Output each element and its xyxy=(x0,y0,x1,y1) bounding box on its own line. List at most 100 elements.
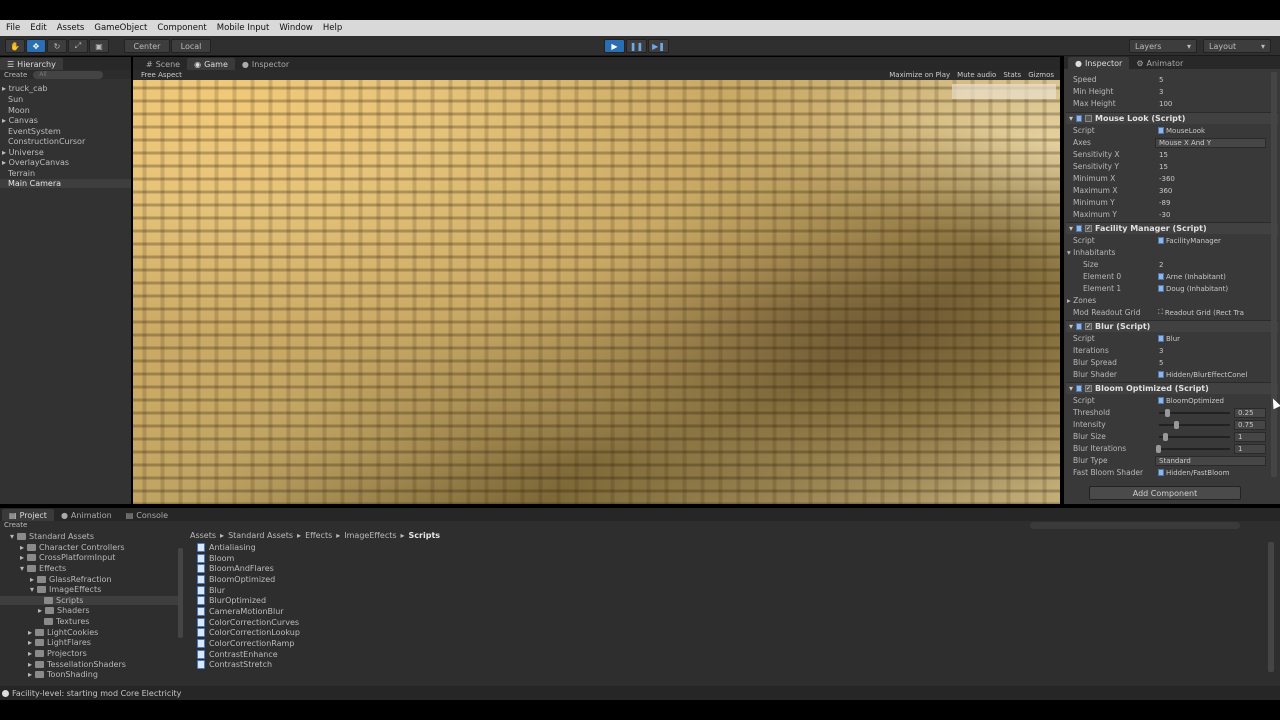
pause-button[interactable]: ❚❚ xyxy=(626,39,647,53)
layout-dropdown[interactable]: Layout ▾ xyxy=(1203,39,1271,53)
hierarchy-item[interactable]: ▸ Universe xyxy=(2,148,44,157)
hierarchy-item[interactable]: Moon xyxy=(8,106,30,115)
menu-file[interactable]: File xyxy=(2,23,24,33)
number-field[interactable]: 15 xyxy=(1155,163,1266,171)
file-item[interactable]: ColorCorrectionCurves xyxy=(197,618,299,627)
file-item[interactable]: CameraMotionBlur xyxy=(197,607,284,616)
iterations-field[interactable]: 3 xyxy=(1155,347,1266,355)
blur-type-dropdown[interactable]: Standard xyxy=(1155,455,1266,466)
search-input[interactable]: All xyxy=(33,70,104,79)
rotate-tool-icon[interactable]: ↻ xyxy=(47,39,67,53)
file-item[interactable]: ContrastEnhance xyxy=(197,650,278,659)
intensity-slider[interactable]: 0.75 xyxy=(1155,419,1266,430)
enable-checkbox[interactable] xyxy=(1085,115,1093,122)
create-dropdown[interactable]: Create xyxy=(4,71,27,79)
number-field[interactable]: 15 xyxy=(1155,151,1266,159)
breadcrumb-item[interactable]: ImageEffects xyxy=(344,531,396,540)
hierarchy-item[interactable]: Sun xyxy=(8,95,23,104)
file-item[interactable]: Blur xyxy=(197,586,225,595)
blur-header[interactable]: ▾ ✓ Blur (Script) xyxy=(1066,320,1278,332)
slider-knob[interactable] xyxy=(1165,408,1170,417)
hierarchy-item[interactable]: ConstructionCursor xyxy=(8,137,85,146)
mouse-look-header[interactable]: ▾ Mouse Look (Script) xyxy=(1066,112,1278,124)
tree-item[interactable]: ▾ Standard Assets xyxy=(10,532,94,541)
speed-field[interactable]: 5 xyxy=(1155,76,1266,84)
tab-inspector-2[interactable]: ● Inspector xyxy=(235,58,296,70)
element-0-field[interactable]: Arne (Inhabitant) xyxy=(1155,273,1266,281)
number-field[interactable]: -30 xyxy=(1155,211,1266,219)
facility-manager-header[interactable]: ▾ ✓ Facility Manager (Script) xyxy=(1066,222,1278,234)
tree-item[interactable]: ▾ ImageEffects xyxy=(30,585,101,594)
bloom-header[interactable]: ▾ ✓ Bloom Optimized (Script) xyxy=(1066,382,1278,394)
hierarchy-item-selected[interactable]: Main Camera xyxy=(0,179,131,188)
hierarchy-item[interactable]: EventSystem xyxy=(8,127,61,136)
inhabitants-foldout[interactable]: ▾ Inhabitants xyxy=(1067,247,1266,258)
layers-dropdown[interactable]: Layers ▾ xyxy=(1129,39,1197,53)
tab-animation[interactable]: ● Animation xyxy=(54,509,119,521)
game-view[interactable] xyxy=(133,80,1060,504)
menu-mobile-input[interactable]: Mobile Input xyxy=(213,23,274,33)
file-item[interactable]: ColorCorrectionRamp xyxy=(197,639,294,648)
grid-field[interactable]: ⛶ Readout Grid (Rect Tra xyxy=(1155,308,1266,317)
slider-knob[interactable] xyxy=(1156,444,1161,453)
tab-console[interactable]: ▤ Console xyxy=(119,509,175,521)
step-button[interactable]: ▶❚ xyxy=(648,39,669,53)
inspector-scrollbar[interactable] xyxy=(1271,72,1277,477)
tree-scrollbar[interactable] xyxy=(178,548,183,638)
max-height-field[interactable]: 100 xyxy=(1155,100,1266,108)
tree-item[interactable]: ▸ Projectors xyxy=(28,649,87,658)
min-height-field[interactable]: 3 xyxy=(1155,88,1266,96)
tab-scene[interactable]: # Scene xyxy=(139,58,187,70)
file-item[interactable]: BloomOptimized xyxy=(197,575,275,584)
slider-knob[interactable] xyxy=(1174,420,1179,429)
size-field[interactable]: 2 xyxy=(1155,261,1266,269)
tab-project[interactable]: ▤ Project xyxy=(2,509,54,521)
play-button[interactable]: ▶ xyxy=(604,39,625,53)
rect-tool-icon[interactable]: ▣ xyxy=(89,39,109,53)
number-field[interactable]: -360 xyxy=(1155,175,1266,183)
menu-component[interactable]: Component xyxy=(153,23,210,33)
tree-item[interactable]: ▸ Character Controllers xyxy=(20,543,125,552)
blur-iterations-slider[interactable]: 1 xyxy=(1155,443,1266,454)
tab-hierarchy[interactable]: ☰ Hierarchy xyxy=(0,58,63,70)
threshold-slider[interactable]: 0.25 xyxy=(1155,407,1266,418)
hand-tool-icon[interactable]: ✋ xyxy=(5,39,25,53)
pivot-center-button[interactable]: Center xyxy=(124,39,170,53)
file-item[interactable]: BlurOptimized xyxy=(197,596,266,605)
tree-item[interactable]: ▸ ToonShading xyxy=(28,670,98,679)
tree-item-selected[interactable]: Scripts xyxy=(0,596,178,605)
file-item[interactable]: ContrastStretch xyxy=(197,660,272,669)
enable-checkbox[interactable]: ✓ xyxy=(1085,323,1093,330)
blur-shader-field[interactable]: Hidden/BlurEffectConel xyxy=(1155,371,1266,379)
tab-animator[interactable]: ⚙ Animator xyxy=(1129,57,1190,69)
tab-game[interactable]: ◉ Game xyxy=(187,58,235,70)
menu-edit[interactable]: Edit xyxy=(26,23,50,33)
enable-checkbox[interactable]: ✓ xyxy=(1085,225,1093,232)
number-field[interactable]: -89 xyxy=(1155,199,1266,207)
gizmos-dropdown[interactable]: Gizmos xyxy=(1028,71,1054,79)
breadcrumb-item[interactable]: Scripts xyxy=(409,531,441,540)
fast-bloom-shader-field[interactable]: Hidden/FastBloom xyxy=(1155,469,1266,477)
blur-spread-field[interactable]: 5 xyxy=(1155,359,1266,367)
breadcrumb-item[interactable]: Standard Assets xyxy=(228,531,293,540)
pivot-local-button[interactable]: Local xyxy=(171,39,211,53)
hierarchy-item[interactable]: ▸ truck_cab xyxy=(2,84,47,93)
menu-gameobject[interactable]: GameObject xyxy=(90,23,151,33)
scale-tool-icon[interactable]: ⤢ xyxy=(68,39,88,53)
menu-window[interactable]: Window xyxy=(275,23,317,33)
maximize-on-play-toggle[interactable]: Maximize on Play xyxy=(889,71,950,79)
script-field[interactable]: FacilityManager xyxy=(1155,237,1266,245)
hierarchy-item[interactable]: Terrain xyxy=(8,169,35,178)
tree-item[interactable]: ▸ LightFlares xyxy=(28,638,91,647)
add-component-button[interactable]: Add Component xyxy=(1089,486,1241,500)
axes-dropdown[interactable]: Mouse X And Y xyxy=(1155,137,1266,148)
breadcrumb-item[interactable]: Assets xyxy=(190,531,216,540)
move-tool-icon[interactable]: ✥ xyxy=(26,39,46,53)
threshold-field[interactable]: 0.25 xyxy=(1234,407,1266,418)
hierarchy-item[interactable]: ▸ Canvas xyxy=(2,116,38,125)
tree-item[interactable]: ▸ Shaders xyxy=(38,606,90,615)
tree-item[interactable]: ▸ LightCookies xyxy=(28,628,98,637)
element-1-field[interactable]: Doug (Inhabitant) xyxy=(1155,285,1266,293)
blur-size-field[interactable]: 1 xyxy=(1234,431,1266,442)
status-bar[interactable]: Facility-level: starting mod Core Electr… xyxy=(0,686,1280,700)
